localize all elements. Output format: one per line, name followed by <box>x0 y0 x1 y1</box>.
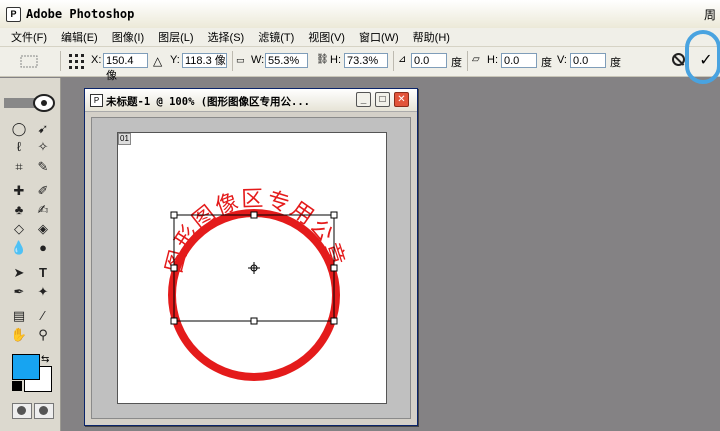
minimize-button[interactable]: _ <box>356 92 371 107</box>
quick-mask-mode-button[interactable] <box>34 403 54 419</box>
document-title-bar[interactable]: P 未标题-1 @ 100% (图形图像区专用公... _ □ ✕ <box>85 89 417 112</box>
swap-colors-icon[interactable]: ⇆ <box>41 354 49 365</box>
rotate-angle-icon: ⊿ <box>398 54 407 65</box>
zoom-tool-icon[interactable]: ⚲ <box>33 326 53 344</box>
menu-bar: 文件(F) 编辑(E) 图像(I) 图层(L) 选择(S) 滤镜(T) 视图(V… <box>0 28 720 47</box>
blur-tool-icon[interactable]: 💧 <box>9 239 29 257</box>
menu-window[interactable]: 窗口(W) <box>352 29 406 45</box>
width-scale-icon: ▭ <box>236 55 245 65</box>
magic-wand-tool-icon[interactable]: ✧ <box>33 138 53 156</box>
h-label: H: <box>330 54 341 66</box>
app-title: Adobe Photoshop <box>26 7 135 21</box>
paint-bucket-tool-icon[interactable]: ◈ <box>33 220 53 238</box>
notes-tool-icon[interactable]: ▤ <box>9 307 29 325</box>
horizontal-skew-field[interactable]: 0.0 <box>501 53 537 68</box>
slice-tool-icon[interactable]: ✎ <box>33 158 53 176</box>
menu-filter[interactable]: 滤镜(T) <box>251 29 301 45</box>
marquee-tool-icon[interactable]: ◯ <box>9 120 29 138</box>
toolbox-eye-logo-icon[interactable] <box>4 94 56 112</box>
skew-icon: ▱ <box>472 54 480 65</box>
x-position-field[interactable]: 150.4 像 <box>103 53 148 82</box>
separator <box>393 51 394 71</box>
path-selection-tool-icon[interactable]: ➤ <box>9 264 29 282</box>
separator <box>60 51 61 71</box>
v-skew-label: V: <box>557 54 567 66</box>
eyedropper-tool-icon[interactable]: ⁄ <box>33 307 53 325</box>
app-title-bar: P Adobe Photoshop 周 <box>0 0 720 29</box>
menu-edit[interactable]: 编辑(E) <box>54 29 105 45</box>
canvas[interactable]: 图形图像区专用公章 <box>117 132 387 404</box>
y-label: Y: <box>170 54 180 66</box>
transform-center-icon <box>248 262 260 274</box>
menu-layer[interactable]: 图层(L) <box>151 29 200 45</box>
document-title: 未标题-1 @ 100% (图形图像区专用公... <box>106 96 311 108</box>
document-status-badge: 01 <box>118 133 131 145</box>
crop-tool-icon[interactable]: ⌗ <box>9 158 29 176</box>
standard-mode-button[interactable] <box>12 403 32 419</box>
angle-unit: 度 <box>451 57 462 69</box>
type-tool-icon[interactable]: T <box>33 264 53 282</box>
lasso-tool-icon[interactable]: ℓ <box>9 138 29 156</box>
default-colors-icon[interactable] <box>12 381 22 391</box>
link-proportions-icon[interactable]: ⛓ <box>316 54 329 65</box>
hand-tool-icon[interactable]: ✋ <box>9 326 29 344</box>
document-icon: P <box>90 94 103 107</box>
width-percent-field[interactable]: 55.3% <box>265 53 308 68</box>
dodge-tool-icon[interactable]: ● <box>33 239 53 257</box>
h-skew-label: H: <box>487 54 498 66</box>
menu-view[interactable]: 视图(V) <box>301 29 352 45</box>
height-percent-field[interactable]: 73.3% <box>344 53 388 68</box>
separator <box>467 51 468 71</box>
move-tool-icon[interactable]: ➹ <box>33 120 53 138</box>
brush-tool-icon[interactable]: ✐ <box>33 182 53 200</box>
transform-tool-preset-icon[interactable] <box>20 55 38 68</box>
menu-select[interactable]: 选择(S) <box>201 29 252 45</box>
maximize-button[interactable]: □ <box>375 92 390 107</box>
cancel-transform-icon[interactable] <box>672 53 685 66</box>
menu-file[interactable]: 文件(F) <box>4 29 54 45</box>
custom-shape-tool-icon[interactable]: ✦ <box>33 283 53 301</box>
separator <box>232 51 233 71</box>
pen-tool-icon[interactable]: ✒ <box>9 283 29 301</box>
transform-options-bar: X: 150.4 像 △ Y: 118.3 像 ▭ W: 55.3% ⛓ H: … <box>0 47 720 82</box>
reference-point-grid-icon[interactable] <box>68 53 85 70</box>
menu-help[interactable]: 帮助(H) <box>406 29 457 45</box>
document-window: P 未标题-1 @ 100% (图形图像区专用公... _ □ ✕ 图形图像区专… <box>84 88 418 426</box>
v-skew-unit: 度 <box>610 57 621 69</box>
y-position-field[interactable]: 118.3 像 <box>182 53 227 68</box>
rotate-angle-field[interactable]: 0.0 <box>411 53 447 68</box>
delta-icon: △ <box>153 54 163 68</box>
eraser-tool-icon[interactable]: ◇ <box>9 220 29 238</box>
menu-image[interactable]: 图像(I) <box>105 29 151 45</box>
title-bar-right-text: 周 <box>703 8 716 22</box>
w-label: W: <box>251 54 265 66</box>
photoshop-app-icon: P <box>6 7 21 22</box>
vertical-skew-field[interactable]: 0.0 <box>570 53 606 68</box>
history-brush-tool-icon[interactable]: ✍ <box>33 201 53 219</box>
stamp-text: 图形图像区专用公章 <box>162 187 349 276</box>
foreground-color-swatch[interactable] <box>12 354 40 380</box>
clone-stamp-tool-icon[interactable]: ♣ <box>9 201 29 219</box>
healing-brush-tool-icon[interactable]: ✚ <box>9 182 29 200</box>
x-label: X: <box>91 54 102 66</box>
close-button[interactable]: ✕ <box>394 92 409 107</box>
document-workspace: 图形图像区专用公章 01 <box>91 117 411 419</box>
stamp-artwork: 图形图像区专用公章 <box>162 187 349 381</box>
commit-transform-check-icon[interactable]: ✓ <box>696 51 716 71</box>
h-skew-unit: 度 <box>541 57 552 69</box>
